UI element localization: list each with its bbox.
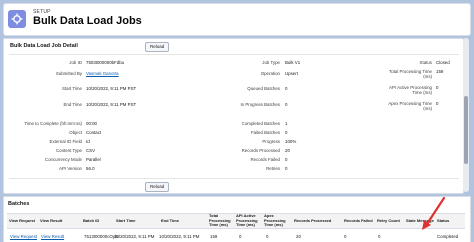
col-apex-processing-time: Apex Processing Time (ms) — [264, 213, 286, 228]
detail-scrollbar[interactable] — [463, 38, 469, 192]
label-concurrency-mode: Concurrency Mode — [44, 157, 82, 162]
job-detail-panel: Bulk Data Load Job Detail Reload Job ID … — [3, 38, 464, 194]
label-total-processing-time: Total Processing Time (ms) — [389, 69, 432, 79]
col-api-active-processing-time: API Active Processing Time (ms) — [236, 213, 258, 228]
label-job-id: Job ID — [69, 60, 82, 65]
link-submitted-by[interactable]: Vasmati Ganotra — [86, 71, 119, 76]
value-external-id-field: Id — [86, 139, 90, 144]
cell-status: Completed — [437, 234, 459, 239]
value-apex-processing-time: 0 — [436, 101, 439, 106]
cell-end-time: 10/20/2022, 9:11 PM — [159, 234, 200, 239]
value-object: Contact — [86, 130, 102, 135]
cell-api-active-processing-time: 0 — [239, 234, 242, 239]
value-concurrency-mode: Parallel — [86, 157, 101, 162]
value-in-progress-batches: 0 — [285, 102, 288, 107]
detail-section-title: Bulk Data Load Job Detail — [10, 43, 78, 49]
cell-apex-processing-time: 0 — [266, 234, 269, 239]
link-view-result[interactable]: View Result — [41, 234, 64, 239]
batches-table-header: View Request View Result Batch ID Start … — [7, 213, 465, 229]
cell-records-failed: 0 — [344, 234, 347, 239]
divider — [9, 178, 459, 179]
divider — [9, 54, 459, 55]
col-end-time: End Time — [161, 217, 179, 223]
value-time-to-complete: 00:00 — [86, 121, 97, 126]
value-status: Closed — [436, 60, 450, 65]
value-failed-batches: 0 — [285, 130, 288, 135]
label-status: Status — [419, 60, 432, 65]
col-total-processing-time: Total Processing Time (ms) — [209, 213, 231, 228]
cell-retry-count: 0 — [378, 234, 381, 239]
value-start-time: 10/20/2022, 9:11 PM PST — [86, 86, 137, 91]
batches-panel: Batches View Request View Result Batch I… — [3, 196, 471, 242]
reload-button-bottom[interactable]: Reload — [145, 182, 170, 192]
scrollbar-thumb[interactable] — [464, 96, 468, 164]
label-external-id-field: External ID Field — [49, 139, 82, 144]
label-apex-processing-time: Apex Processing Time (ms) — [388, 101, 432, 111]
label-object: Object — [69, 130, 82, 135]
label-end-time: End Time — [63, 102, 82, 107]
value-records-failed: 0 — [285, 157, 288, 162]
setup-gear-icon — [8, 10, 26, 28]
value-operation: Upsert — [285, 71, 298, 76]
label-job-type: Job Type — [262, 60, 280, 65]
reload-button-top[interactable]: Reload — [145, 42, 170, 52]
label-submitted-by: Submitted By — [55, 71, 82, 76]
cell-start-time: 10/20/2022, 9:11 PM — [114, 234, 155, 239]
label-records-failed: Records Failed — [250, 157, 280, 162]
label-content-type: Content Type — [55, 148, 82, 153]
col-retry-count: Retry Count — [377, 217, 400, 223]
col-view-result: View Result — [40, 217, 63, 223]
value-records-processed: 20 — [285, 148, 290, 153]
label-api-version: API Version — [59, 166, 82, 171]
batches-section-title: Batches — [8, 201, 30, 207]
col-batch-id: Batch ID — [83, 217, 100, 223]
page-header: SETUP Bulk Data Load Jobs — [3, 3, 471, 36]
cell-records-processed: 20 — [296, 234, 301, 239]
label-operation: Operation — [260, 71, 280, 76]
label-time-to-complete: Time to Complete (hh:mm:ss) — [24, 121, 82, 126]
label-completed-batches: Completed Batches — [241, 121, 280, 126]
label-start-time: Start Time — [61, 86, 82, 91]
page-title: Bulk Data Load Jobs — [33, 15, 142, 27]
value-queued-batches: 0 — [285, 86, 288, 91]
value-api-active-processing-time: 0 — [436, 85, 439, 90]
annotation-arrow-icon — [422, 196, 446, 230]
label-api-active-processing-time: API Active Processing Time (ms) — [389, 85, 432, 95]
value-api-version: 56.0 — [86, 166, 95, 171]
link-view-request[interactable]: View Request — [10, 234, 37, 239]
col-view-request: View Request — [9, 217, 35, 223]
label-records-processed: Records Processed — [241, 148, 280, 153]
label-failed-batches: Failed Batches — [250, 130, 280, 135]
value-total-processing-time: 159 — [436, 69, 444, 74]
value-retries: 0 — [285, 166, 288, 171]
label-queued-batches: Queued Batches — [247, 86, 280, 91]
value-job-type: Bulk V1 — [285, 60, 301, 65]
value-job-id: 7503t000000bFdbu — [86, 60, 125, 65]
value-progress: 100% — [285, 139, 297, 144]
cell-total-processing-time: 159 — [210, 234, 218, 239]
label-in-progress-batches: In Progress Batches — [240, 102, 280, 107]
label-progress: Progress — [262, 139, 280, 144]
value-completed-batches: 1 — [285, 121, 288, 126]
col-start-time: Start Time — [116, 217, 136, 223]
value-content-type: CSV — [86, 148, 96, 153]
label-retries: Retries — [266, 166, 280, 171]
value-end-time: 10/20/2022, 9:11 PM PST — [86, 102, 137, 107]
col-records-processed: Records Processed — [294, 217, 332, 223]
